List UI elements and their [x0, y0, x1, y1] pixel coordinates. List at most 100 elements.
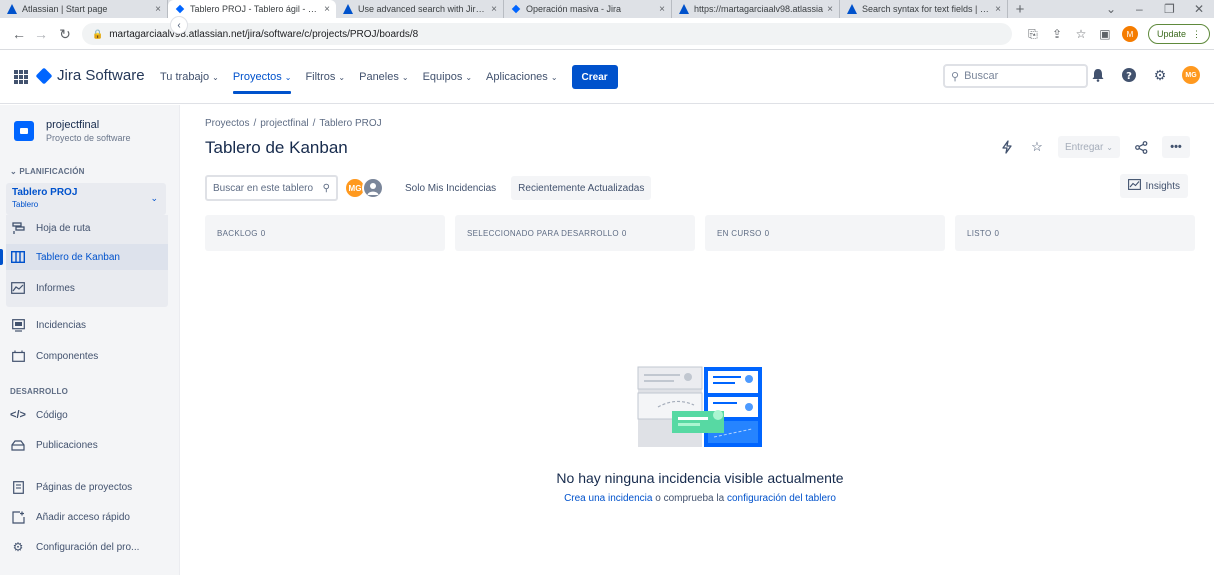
filter-only-my-issues[interactable]: Solo Mis Incidencias [398, 176, 503, 200]
close-icon[interactable]: × [155, 4, 161, 15]
browser-tab-3[interactable]: Use advanced search with Jira Cl × [336, 0, 504, 18]
share-icon[interactable] [1132, 138, 1150, 156]
board-search-placeholder: Buscar en este tablero [213, 182, 314, 194]
gear-icon[interactable]: ⚙ [1151, 66, 1169, 84]
sidebar-item-roadmap[interactable]: Hoja de ruta [10, 218, 90, 238]
browser-tab-4[interactable]: Operación masiva - Jira × [504, 0, 672, 18]
board-selector[interactable]: Tablero PROJ Tablero ⌄ [6, 183, 166, 215]
browser-tab-2[interactable]: Tablero PROJ - Tablero ágil - Jira × [168, 0, 336, 18]
sidebar-item-issues[interactable]: Incidencias [10, 315, 86, 335]
sidebar-item-components[interactable]: Componentes [10, 346, 98, 366]
planning-section-header[interactable]: ⌄ PLANIFICACIÓN [10, 167, 85, 176]
menu-paneles[interactable]: Paneles ⌄ [359, 50, 408, 104]
release-button[interactable]: Entregar ⌄ [1057, 136, 1120, 158]
app-switcher-icon[interactable] [14, 70, 28, 84]
board-settings-link[interactable]: configuración del tablero [727, 493, 836, 504]
sidebar-item-reports[interactable]: Informes [10, 278, 75, 298]
menu-filtros[interactable]: Filtros ⌄ [305, 50, 345, 104]
star-icon[interactable]: ☆ [1028, 138, 1046, 156]
menu-tu-trabajo[interactable]: Tu trabajo ⌄ [160, 50, 219, 104]
close-icon[interactable]: × [491, 4, 497, 15]
sidebar-item-add-shortcut[interactable]: Añadir acceso rápido [10, 507, 130, 527]
bookmark-star-icon[interactable]: ☆ [1074, 27, 1088, 41]
sidebar-item-project-settings[interactable]: ⚙ Configuración del pro... [10, 537, 140, 557]
more-options-button[interactable]: ••• [1162, 136, 1190, 158]
notifications-icon[interactable] [1089, 66, 1107, 84]
project-header[interactable]: projectfinal Proyecto de software [14, 119, 131, 143]
top-nav-icons: ? ⚙ MG [1089, 66, 1200, 84]
collapse-sidebar-button[interactable]: ‹ [170, 16, 188, 34]
side-panel-icon[interactable]: ▣ [1098, 27, 1112, 41]
chevron-down-icon: ⌄ [284, 72, 292, 82]
update-button[interactable]: Update ⋮ [1147, 24, 1210, 44]
breadcrumb-separator: / [312, 118, 316, 129]
minimize-icon[interactable]: – [1136, 0, 1143, 18]
menu-label: Tu trabajo [160, 71, 210, 83]
close-icon[interactable]: × [324, 4, 330, 15]
tab-search-icon[interactable]: ⌄ [1106, 0, 1116, 18]
browser-tab-5[interactable]: https://martagarciaalv98.atlassia × [672, 0, 840, 18]
board-icon [10, 249, 26, 265]
browser-tab-6[interactable]: Search syntax for text fields | Jira × [840, 0, 1008, 18]
filter-recently-updated[interactable]: Recientemente Actualizadas [511, 176, 652, 200]
reload-icon[interactable]: ↻ [54, 23, 76, 45]
sidebar-item-releases[interactable]: Publicaciones [10, 435, 98, 455]
restore-icon[interactable]: ❐ [1164, 0, 1175, 18]
close-icon[interactable]: × [659, 4, 665, 15]
browser-tab-1[interactable]: Atlassian | Start page × [0, 0, 168, 18]
tab-title: Use advanced search with Jira Cl [358, 4, 488, 14]
breadcrumb-board[interactable]: Tablero PROJ [319, 118, 381, 129]
create-issue-link[interactable]: Crea una incidencia [564, 493, 652, 504]
breadcrumb-projects[interactable]: Proyectos [205, 118, 249, 129]
board-search-input[interactable]: Buscar en este tablero ⚲ [205, 175, 338, 201]
column-selected-for-development[interactable]: SELECCIONADO PARA DESARROLLO 0 [455, 215, 695, 251]
translate-icon[interactable]: ⎘ [1026, 27, 1040, 41]
menu-aplicaciones[interactable]: Aplicaciones ⌄ [486, 50, 557, 104]
code-icon: </> [10, 409, 26, 421]
chevron-down-icon: ⌄ [1106, 142, 1113, 152]
insights-button[interactable]: Insights [1119, 174, 1188, 198]
back-icon[interactable]: ← [8, 23, 30, 45]
column-backlog[interactable]: BACKLOG 0 [205, 215, 445, 251]
sidebar-item-label: Componentes [36, 350, 99, 362]
help-icon[interactable]: ? [1120, 66, 1138, 84]
close-icon[interactable]: × [827, 4, 833, 15]
empty-state-subtitle: Crea una incidencia o comprueba la confi… [200, 493, 1200, 504]
browser-actions: ⎘ ⇪ ☆ ▣ M Update ⋮ [1026, 23, 1210, 45]
sidebar-item-label: Incidencias [36, 319, 87, 331]
breadcrumb-project[interactable]: projectfinal [260, 118, 308, 129]
column-count: 0 [994, 228, 1000, 238]
components-icon [10, 348, 26, 364]
column-name: SELECCIONADO PARA DESARROLLO [467, 228, 619, 238]
new-tab-button[interactable]: + [1008, 0, 1032, 18]
empty-board-illustration [637, 366, 762, 447]
column-in-progress[interactable]: EN CURSO 0 [705, 215, 945, 251]
chevron-left-icon: ‹ [177, 19, 181, 31]
close-icon[interactable]: × [995, 4, 1001, 15]
user-avatar[interactable]: MG [1182, 66, 1200, 84]
menu-proyectos[interactable]: Proyectos ⌄ [232, 50, 292, 104]
automation-lightning-icon[interactable] [998, 138, 1016, 156]
project-sidebar: projectfinal Proyecto de software ⌄ PLAN… [0, 105, 180, 575]
sidebar-item-project-pages[interactable]: Páginas de proyectos [10, 477, 132, 497]
menu-equipos[interactable]: Equipos ⌄ [423, 50, 472, 104]
sidebar-item-code[interactable]: </> Código [10, 405, 68, 425]
jira-software-logo[interactable]: Jira Software [35, 67, 145, 84]
share-icon[interactable]: ⇪ [1050, 27, 1064, 41]
address-bar[interactable]: 🔒 martagarciaalv98.atlassian.net/jira/so… [82, 23, 1012, 45]
browser-profile-avatar[interactable]: M [1121, 26, 1138, 42]
global-search-input[interactable]: ⚲ Buscar [943, 64, 1088, 88]
window-close-icon[interactable]: ✕ [1194, 0, 1204, 18]
development-section-header: DESARROLLO [10, 387, 68, 396]
board-filters: Buscar en este tablero ⚲ MG Solo Mis Inc… [205, 175, 652, 201]
unassigned-avatar-icon[interactable] [362, 177, 384, 199]
forward-icon[interactable]: → [30, 23, 52, 45]
tab-title: Operación masiva - Jira [526, 4, 622, 14]
create-button[interactable]: Crear [571, 65, 618, 89]
sidebar-item-label: Configuración del pro... [36, 541, 140, 553]
atlassian-logo-icon [846, 4, 857, 15]
release-label: Entregar [1064, 141, 1104, 153]
sidebar-item-kanban-board[interactable]: Tablero de Kanban [10, 247, 120, 267]
column-done[interactable]: LISTO 0 [955, 215, 1195, 251]
tab-title: https://martagarciaalv98.atlassia [694, 4, 824, 14]
